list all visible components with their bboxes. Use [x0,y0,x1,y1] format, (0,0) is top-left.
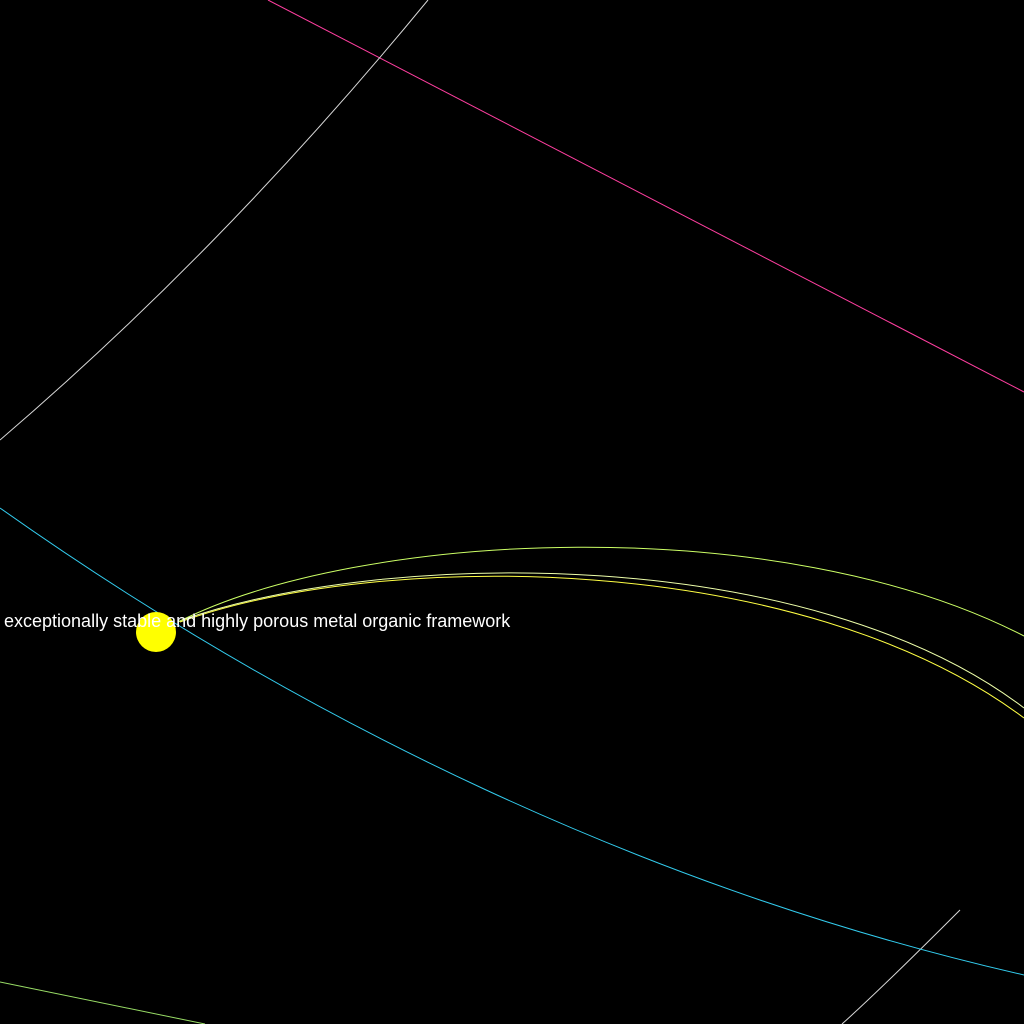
edge-magenta [267,0,1024,393]
edge-yellow-arc [179,575,1024,719]
edge-green-bottom [0,981,206,1024]
node-label: exceptionally stable and highly porous m… [4,611,511,631]
edge-white-lower [841,909,961,1024]
edge-white-upper [0,0,429,441]
orbit-lines [0,0,1024,1024]
edge-cyan [0,507,1024,976]
edge-pale-green-arc [181,572,1024,709]
graph-canvas[interactable]: exceptionally stable and highly porous m… [0,0,1024,1024]
